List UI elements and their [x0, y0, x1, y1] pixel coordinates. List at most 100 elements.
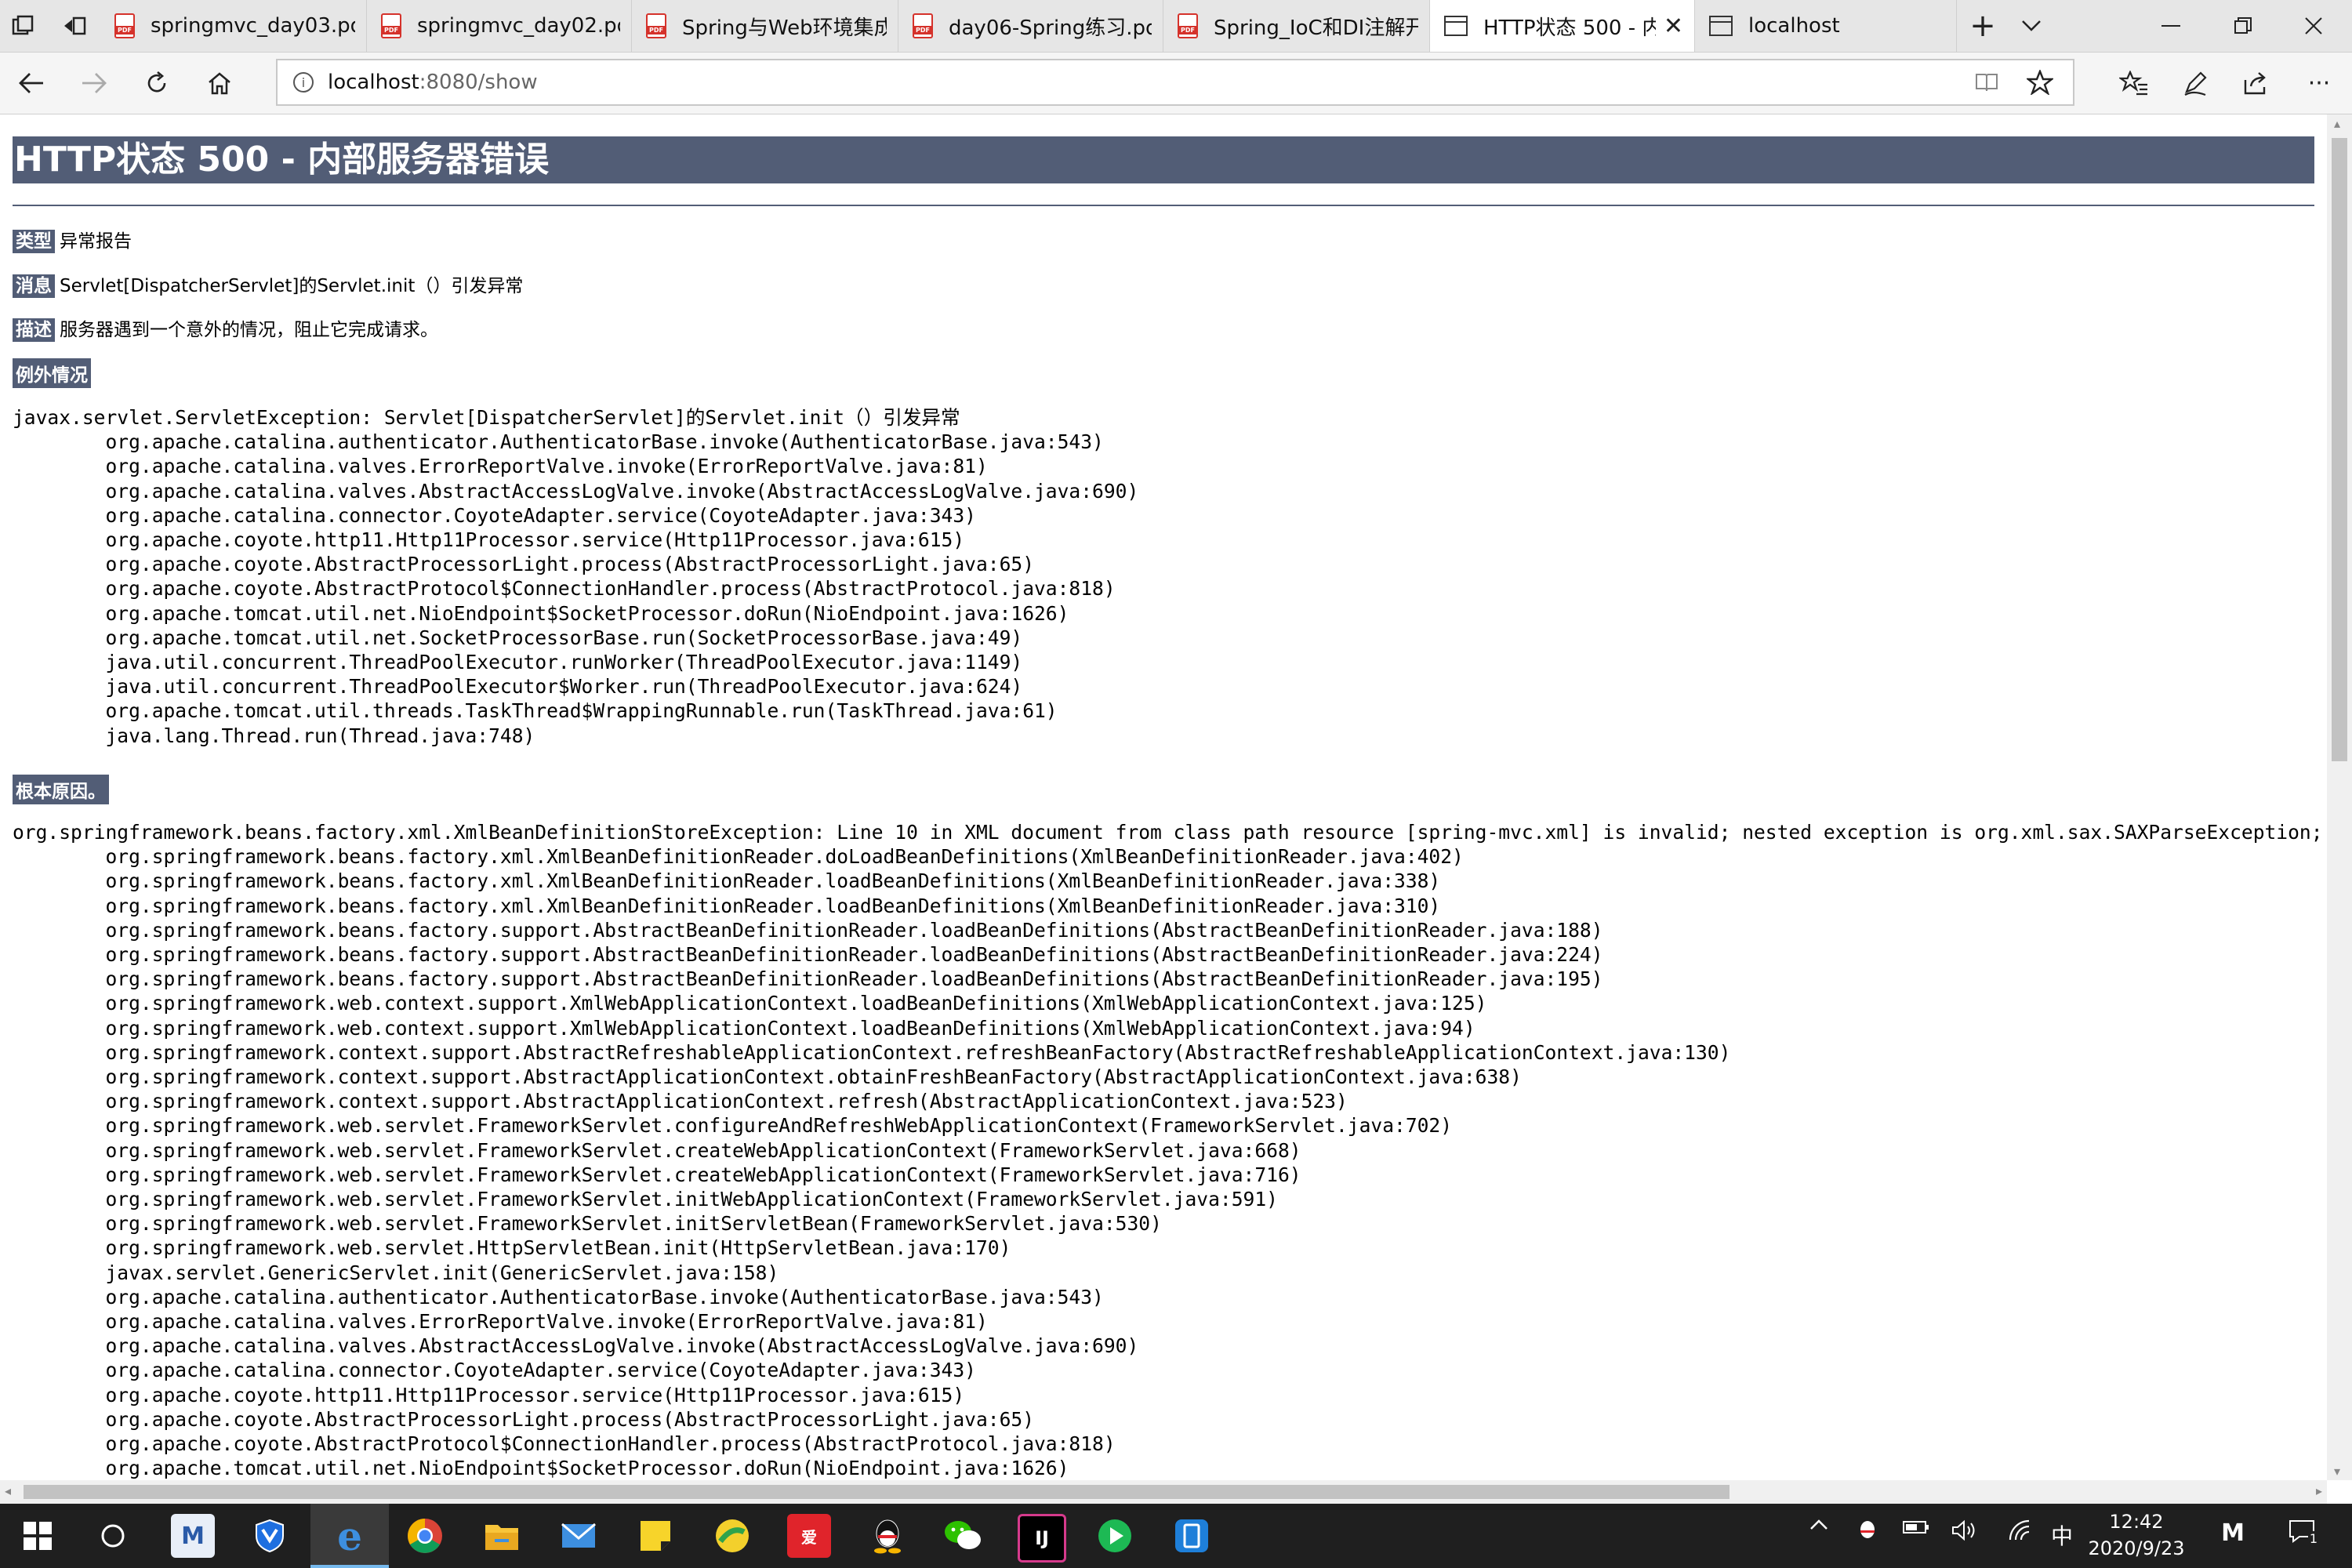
minimize-icon[interactable] [2143, 0, 2198, 52]
forward-arrow-icon[interactable] [71, 60, 118, 107]
edge-icon[interactable]: e [328, 1513, 372, 1559]
tab-label: springmvc_day02.pdf [417, 14, 620, 38]
exception-label: 例外情况 [13, 358, 91, 388]
chrome-icon[interactable] [403, 1514, 447, 1558]
description-label: 描述 [13, 318, 55, 342]
media-player-icon[interactable] [1093, 1514, 1137, 1558]
clock-time: 12:42 [2109, 1511, 2164, 1533]
tab-manager-icon[interactable] [0, 0, 45, 52]
message-value: Servlet[DispatcherServlet]的Servlet.init（… [60, 276, 524, 296]
file-explorer-icon[interactable] [480, 1514, 524, 1558]
back-arrow-icon[interactable] [8, 60, 55, 107]
chevron-up-icon[interactable] [1803, 1519, 1835, 1530]
windows-start-icon[interactable] [16, 1514, 60, 1558]
reading-view-icon[interactable] [1971, 67, 2002, 98]
site-info-icon[interactable]: i [293, 72, 314, 93]
type-row: 类型 异常报告 [13, 226, 132, 253]
tab-active[interactable]: HTTP状态 500 - 内 ✕ [1430, 0, 1695, 52]
scroll-down-icon[interactable]: ▾ [2334, 1464, 2340, 1479]
qq-icon[interactable] [866, 1514, 909, 1558]
root-cause-label: 根本原因。 [13, 775, 109, 804]
pen-icon[interactable] [2172, 60, 2219, 107]
mindmaster-icon[interactable]: M [171, 1514, 215, 1558]
tab-3[interactable]: day06-Spring练习.pdf [898, 0, 1163, 52]
page-title: HTTP状态 500 - 内部服务器错误 [13, 136, 2314, 183]
tab-label: day06-Spring练习.pdf [949, 16, 1152, 40]
scroll-left-icon[interactable]: ◂ [5, 1483, 11, 1498]
exception-stack-trace: javax.servlet.ServletException: Servlet[… [13, 406, 1139, 747]
tab-label: Spring与Web环境集成 [682, 16, 887, 40]
type-label: 类型 [13, 230, 55, 253]
close-icon[interactable] [2286, 0, 2341, 52]
horizontal-scroll-thumb[interactable] [24, 1485, 1730, 1499]
battery-icon[interactable] [1899, 1519, 1933, 1535]
tab-label: HTTP状态 500 - 内 [1483, 16, 1656, 40]
tablet-icon[interactable] [1170, 1514, 1214, 1558]
notification-count: 1 [2307, 1531, 2319, 1546]
refresh-icon[interactable] [133, 60, 180, 107]
tab-label: localhost [1748, 14, 1840, 38]
favorites-icon[interactable] [2111, 60, 2158, 107]
horizontal-scrollbar[interactable]: ◂ ▸ [0, 1480, 2327, 1504]
pdf-icon [114, 13, 135, 38]
scroll-right-icon[interactable]: ▸ [2316, 1483, 2322, 1498]
page-viewport: HTTP状态 500 - 内部服务器错误 类型 异常报告 消息 Servlet[Di… [0, 114, 2327, 1480]
star-icon[interactable] [2024, 67, 2056, 98]
volume-icon[interactable] [1947, 1519, 1982, 1541]
root-cause-stack-trace: org.springframework.beans.factory.xml.Xm… [13, 821, 2323, 1480]
set-aside-icon[interactable] [52, 0, 97, 52]
restore-icon[interactable] [2216, 0, 2270, 52]
page-icon [1709, 16, 1733, 36]
notification-icon[interactable]: 1 [2278, 1519, 2325, 1546]
mindmaster-tray-icon[interactable]: M [2209, 1519, 2256, 1547]
vertical-scrollbar[interactable]: ▴ ▾ [2327, 114, 2352, 1480]
pdf-icon [646, 13, 666, 38]
sticky-notes-icon[interactable] [633, 1514, 677, 1558]
description-value: 服务器遇到一个意外的情况，阻止它完成请求。 [60, 320, 438, 340]
address-path: :8080/show [419, 71, 538, 94]
shield-icon[interactable] [248, 1514, 292, 1558]
more-icon[interactable]: ··· [2296, 60, 2343, 107]
cortana-icon[interactable] [91, 1514, 135, 1558]
message-row: 消息 Servlet[DispatcherServlet]的Servlet.ini… [13, 270, 524, 298]
message-label: 消息 [13, 274, 55, 298]
home-icon[interactable] [196, 60, 243, 107]
tab-1[interactable]: springmvc_day02.pdf [367, 0, 632, 52]
type-value: 异常报告 [60, 231, 132, 252]
pdf-icon [381, 13, 401, 38]
description-row: 描述 服务器遇到一个意外的情况，阻止它完成请求。 [13, 314, 438, 342]
tab-label: springmvc_day03.pdf [151, 14, 355, 38]
plus-icon[interactable]: + [1960, 0, 2005, 52]
pdf-icon [913, 13, 933, 38]
tab-label: Spring_IoC和DI注解开 [1214, 16, 1418, 40]
wechat-icon[interactable] [941, 1514, 985, 1558]
scroll-up-icon[interactable]: ▴ [2334, 116, 2340, 131]
share-icon[interactable] [2233, 60, 2280, 107]
tab-6[interactable]: localhost [1695, 0, 1957, 52]
ime-indicator[interactable]: 中 [2046, 1519, 2078, 1551]
intellij-icon[interactable]: IJ [1018, 1514, 1066, 1563]
pdf-icon [1178, 13, 1198, 38]
address-host: localhost [328, 71, 419, 94]
close-tab-icon[interactable]: ✕ [1656, 13, 1683, 40]
clock-date: 2020/9/23 [2088, 1537, 2185, 1559]
chevron-down-icon[interactable] [2009, 0, 2054, 52]
address-bar[interactable]: i localhost:8080/show [276, 59, 2074, 106]
active-app-indicator [310, 1565, 389, 1568]
video-icon[interactable]: 爱 [787, 1514, 831, 1558]
tab-4[interactable]: Spring_IoC和DI注解开 [1163, 0, 1430, 52]
tab-2[interactable]: Spring与Web环境集成 [632, 0, 898, 52]
wifi-icon[interactable] [2004, 1519, 2038, 1541]
navigation-bar: i localhost:8080/show ··· [0, 53, 2352, 114]
tab-0[interactable]: springmvc_day03.pdf [100, 0, 367, 52]
music-icon[interactable] [710, 1514, 754, 1558]
vertical-scroll-thumb[interactable] [2332, 138, 2347, 761]
mail-icon[interactable] [557, 1514, 601, 1558]
qq-tray-icon[interactable] [1852, 1519, 1883, 1543]
page-icon [1444, 16, 1468, 36]
address-text[interactable]: localhost:8080/show [328, 71, 538, 94]
tab-strip: springmvc_day03.pdf springmvc_day02.pdf … [0, 0, 2352, 53]
divider [13, 205, 2314, 206]
clock[interactable]: 12:42 2020/9/23 [2078, 1508, 2195, 1562]
taskbar: M e 爱 IJ 中 12:42 2020/9/23 M 1 [0, 1504, 2352, 1568]
